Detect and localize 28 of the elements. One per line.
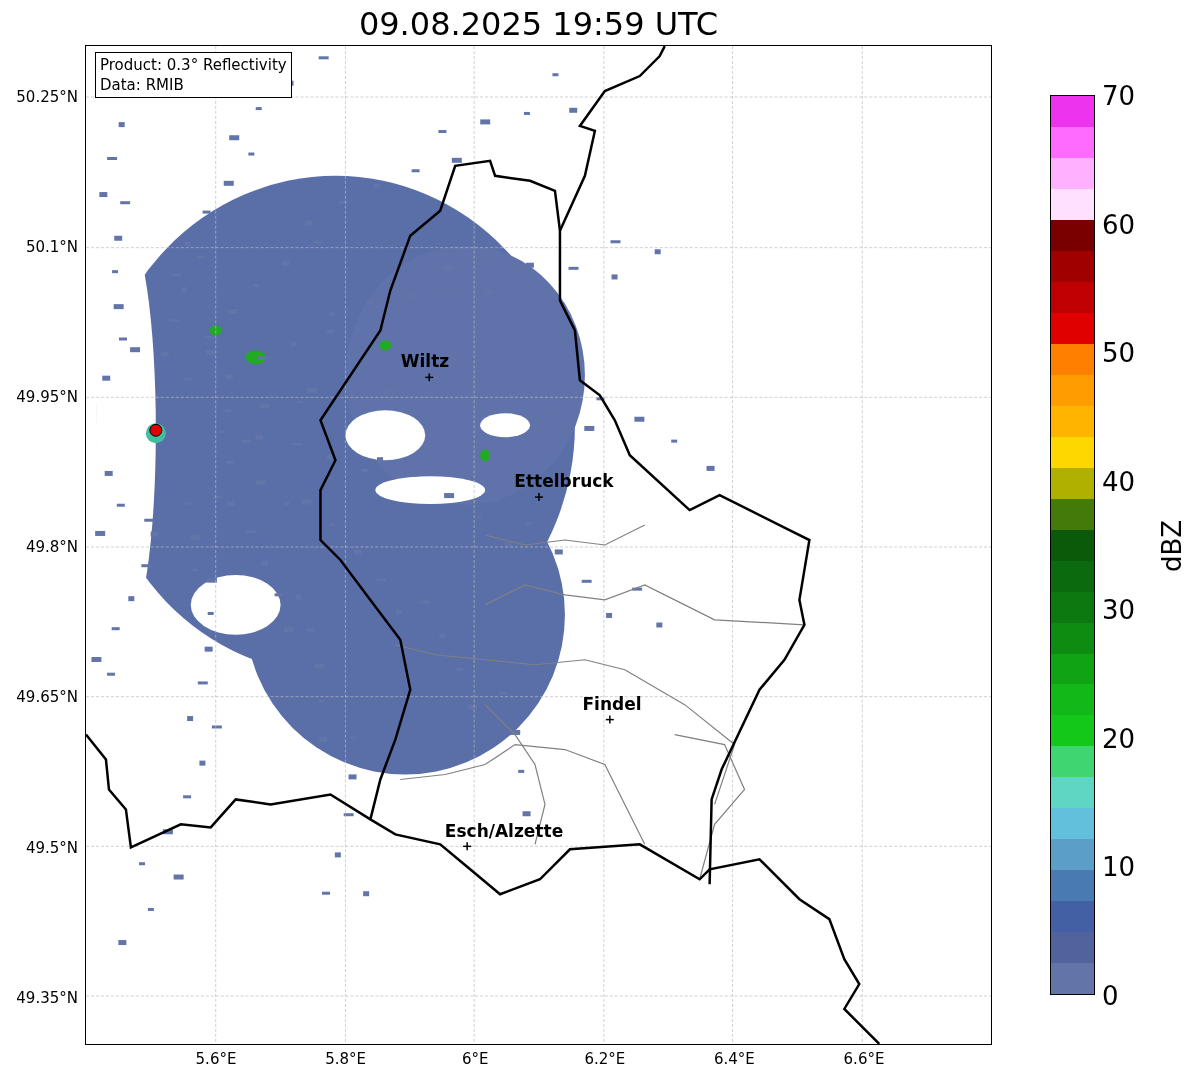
place-label: Wiltz	[400, 351, 450, 371]
info-text: Data: RMIB	[100, 75, 185, 95]
x-tick-label: 5.6°E	[195, 1049, 237, 1069]
colorbar-tick-label: 60	[1102, 209, 1136, 240]
colorbar-tick-label: 20	[1102, 723, 1136, 754]
y-tick-label: 49.5°N	[25, 837, 79, 858]
colorbar-tick-label: 70	[1102, 81, 1136, 111]
colorbar-tick-label: 30	[1102, 595, 1136, 626]
chart-title: 09.08.2025 19:59 UTC	[358, 4, 719, 45]
y-tick-label: 49.95°N	[16, 387, 79, 408]
y-tick-label: 50.25°N	[16, 87, 79, 107]
x-tick-label: 6.6°E	[843, 1049, 885, 1069]
x-tick-label: 5.8°E	[325, 1049, 366, 1069]
colorbar-tick-label: 50	[1102, 338, 1136, 369]
colorbar-label: dBZ	[1157, 519, 1184, 573]
y-tick-label: 49.8°N	[25, 537, 79, 558]
x-tick-label: 6.2°E	[584, 1049, 626, 1069]
y-tick-label: 49.65°N	[16, 687, 79, 708]
info-text: Product: 0.3° Reflectivity	[100, 55, 287, 75]
place-label: Esch/Alzette	[444, 821, 564, 841]
colorbar-tick-label: 10	[1102, 852, 1136, 883]
x-tick-label: 6.4°E	[713, 1049, 755, 1069]
colorbar-tick-label: 40	[1102, 466, 1136, 497]
colorbar-tick-label: 0	[1102, 981, 1119, 1011]
y-tick-label: 49.35°N	[16, 987, 79, 1008]
y-tick-label: 50.1°N	[25, 237, 79, 258]
x-tick-label: 6°E	[461, 1049, 489, 1069]
place-label: Findel	[582, 694, 642, 714]
